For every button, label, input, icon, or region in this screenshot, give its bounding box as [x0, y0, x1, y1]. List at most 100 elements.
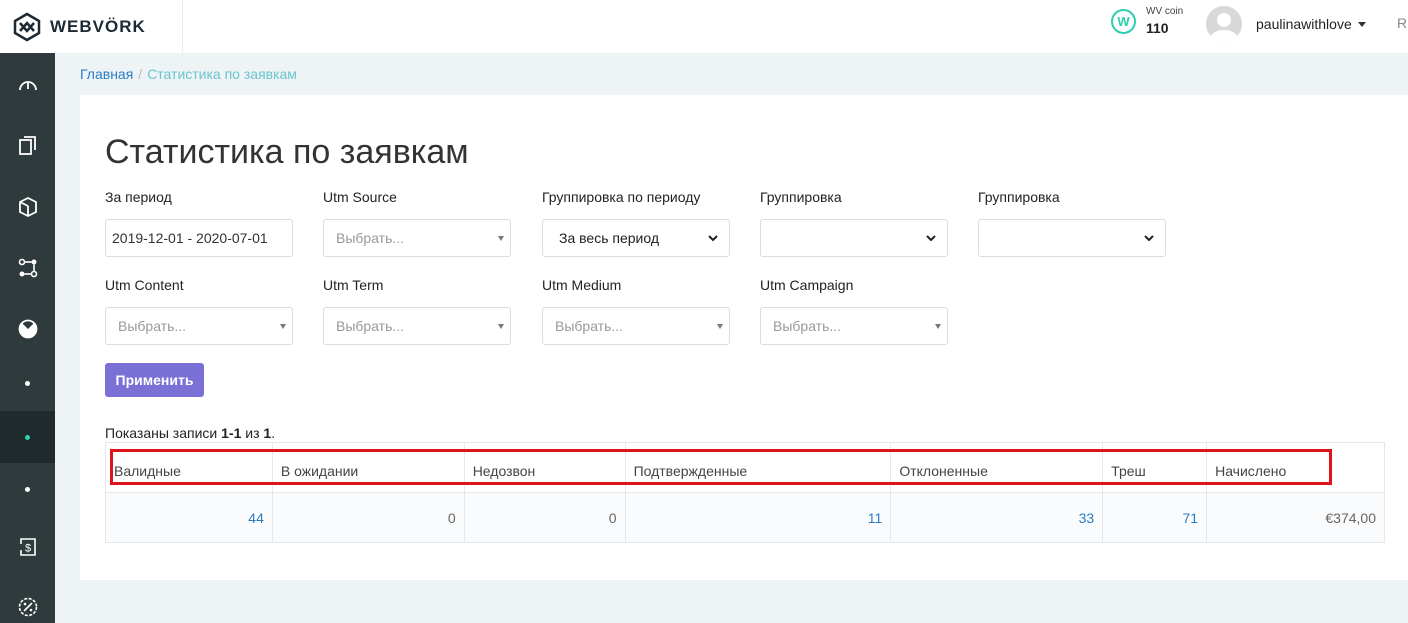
utm-source-select[interactable]: Выбрать...	[323, 219, 511, 257]
utm-campaign-select[interactable]: Выбрать...	[760, 307, 948, 345]
summary-middle: из	[241, 425, 264, 441]
period-field: За период 2019-12-01 - 2020-07-01	[105, 189, 293, 257]
utm-term-select[interactable]: Выбрать...	[323, 307, 511, 345]
breadcrumb: Главная / Статистика по заявкам	[80, 66, 297, 82]
grouping2-label: Группировка	[978, 189, 1060, 205]
wv-coin-icon: W	[1111, 8, 1136, 34]
group-by-period-select[interactable]: За весь период	[542, 219, 730, 257]
records-summary: Показаны записи 1-1 из 1.	[105, 425, 275, 441]
column-header-pending[interactable]: В ожидании	[271, 442, 465, 493]
sidebar-subitem-2-active[interactable]	[0, 411, 55, 463]
grouping2-select[interactable]	[978, 219, 1166, 257]
network-icon	[18, 258, 37, 278]
sidebar-item-offers[interactable]	[0, 181, 55, 233]
svg-text:$: $	[24, 543, 30, 555]
sidebar-item-statistics[interactable]	[0, 303, 55, 355]
language-switcher[interactable]: R	[1397, 15, 1407, 31]
sidebar-item-promo[interactable]	[0, 581, 55, 623]
username[interactable]: paulinawithlove	[1256, 16, 1352, 32]
top-header: WEBVÖRK W WV coin 110 paulinawithlove R	[0, 0, 1408, 53]
bullet-icon	[25, 486, 30, 492]
summary-suffix: .	[271, 425, 276, 441]
bullet-icon	[25, 434, 30, 440]
coin-label: WV coin	[1146, 6, 1184, 17]
chart-pie-icon	[18, 319, 37, 339]
cell-pending: 0	[271, 492, 465, 543]
period-input[interactable]: 2019-12-01 - 2020-07-01	[105, 219, 293, 257]
summary-prefix: Показаны записи	[105, 425, 222, 441]
utm-term-placeholder: Выбрать...	[336, 318, 405, 334]
table-header-row: Валидные В ожидании Недозвон Подтвержден…	[105, 442, 1385, 493]
summary-range: 1-1	[221, 425, 242, 441]
sidebar-item-dashboard[interactable]	[0, 59, 55, 111]
column-header-rejected[interactable]: Отклоненные	[890, 442, 1104, 493]
apply-button[interactable]: Применить	[105, 363, 204, 397]
sidebar-subitem-3[interactable]	[0, 463, 55, 515]
grouping2-field: Группировка	[978, 189, 1166, 257]
wv-coin-balance: W WV coin 110	[1111, 7, 1183, 35]
caret-down-icon	[935, 324, 941, 329]
utm-source-placeholder: Выбрать...	[336, 230, 405, 246]
sidebar-item-documents[interactable]	[0, 120, 55, 172]
utm-medium-label: Utm Medium	[542, 277, 622, 293]
webvork-logo-icon	[13, 12, 41, 41]
breadcrumb-separator: /	[138, 66, 143, 82]
documents-icon	[18, 136, 36, 155]
column-header-confirmed[interactable]: Подтвержденные	[624, 442, 892, 493]
cell-no-answer: 0	[463, 492, 626, 543]
utm-medium-select[interactable]: Выбрать...	[542, 307, 730, 345]
grouping1-select[interactable]	[760, 219, 948, 257]
caret-down-icon	[280, 324, 286, 329]
main-card: Статистика по заявкам За период 2019-12-…	[80, 95, 1408, 580]
cell-confirmed[interactable]: 11	[624, 492, 892, 543]
group-by-period-label: Группировка по периоду	[542, 189, 701, 205]
cell-valid[interactable]: 44	[105, 492, 273, 543]
column-header-accrued[interactable]: Начислено	[1206, 442, 1385, 493]
cell-trash[interactable]: 71	[1102, 492, 1208, 543]
sidebar-subitem-1[interactable]	[0, 357, 55, 409]
grouping1-label: Группировка	[760, 189, 842, 205]
logo-text: WEBVÖRK	[50, 16, 146, 36]
utm-campaign-placeholder: Выбрать...	[773, 318, 842, 334]
percent-icon	[18, 597, 37, 617]
breadcrumb-home-link[interactable]: Главная	[80, 66, 133, 82]
cell-rejected[interactable]: 33	[890, 492, 1104, 543]
breadcrumb-current: Статистика по заявкам	[147, 66, 297, 82]
utm-content-select[interactable]: Выбрать...	[105, 307, 293, 345]
utm-medium-field: Utm Medium Выбрать...	[542, 277, 730, 345]
utm-content-field: Utm Content Выбрать...	[105, 277, 293, 345]
group-by-period-value: За весь период	[559, 230, 660, 246]
bullet-icon	[25, 380, 30, 386]
dollar-icon: $	[19, 538, 36, 556]
column-header-valid[interactable]: Валидные	[105, 442, 273, 493]
column-header-no-answer[interactable]: Недозвон	[463, 442, 626, 493]
logo[interactable]: WEBVÖRK	[0, 0, 183, 53]
utm-source-field: Utm Source Выбрать...	[323, 189, 511, 257]
sidebar: $	[0, 53, 55, 623]
utm-campaign-label: Utm Campaign	[760, 277, 854, 293]
column-header-trash[interactable]: Треш	[1102, 442, 1208, 493]
utm-campaign-field: Utm Campaign Выбрать...	[760, 277, 948, 345]
chevron-down-icon	[708, 235, 718, 242]
table-row: 44 0 0 11 33 71 €374,00	[105, 492, 1385, 543]
utm-content-label: Utm Content	[105, 277, 184, 293]
avatar[interactable]	[1206, 6, 1242, 42]
sidebar-item-finance[interactable]: $	[0, 521, 55, 573]
user-menu[interactable]: paulinawithlove	[1206, 6, 1366, 42]
utm-medium-placeholder: Выбрать...	[555, 318, 624, 334]
dashboard-icon	[18, 81, 37, 91]
page-title: Статистика по заявкам	[105, 133, 469, 171]
utm-term-field: Utm Term Выбрать...	[323, 277, 511, 345]
caret-down-icon	[717, 324, 723, 329]
caret-down-icon	[498, 236, 504, 241]
utm-term-label: Utm Term	[323, 277, 384, 293]
chevron-down-icon	[1144, 235, 1154, 242]
period-label: За период	[105, 189, 172, 205]
stats-table: Валидные В ожидании Недозвон Подтвержден…	[105, 442, 1385, 543]
caret-down-icon	[498, 324, 504, 329]
chevron-down-icon[interactable]	[1357, 21, 1366, 27]
utm-source-label: Utm Source	[323, 189, 397, 205]
sidebar-item-flows[interactable]	[0, 242, 55, 294]
chevron-down-icon	[926, 235, 936, 242]
utm-content-placeholder: Выбрать...	[118, 318, 187, 334]
